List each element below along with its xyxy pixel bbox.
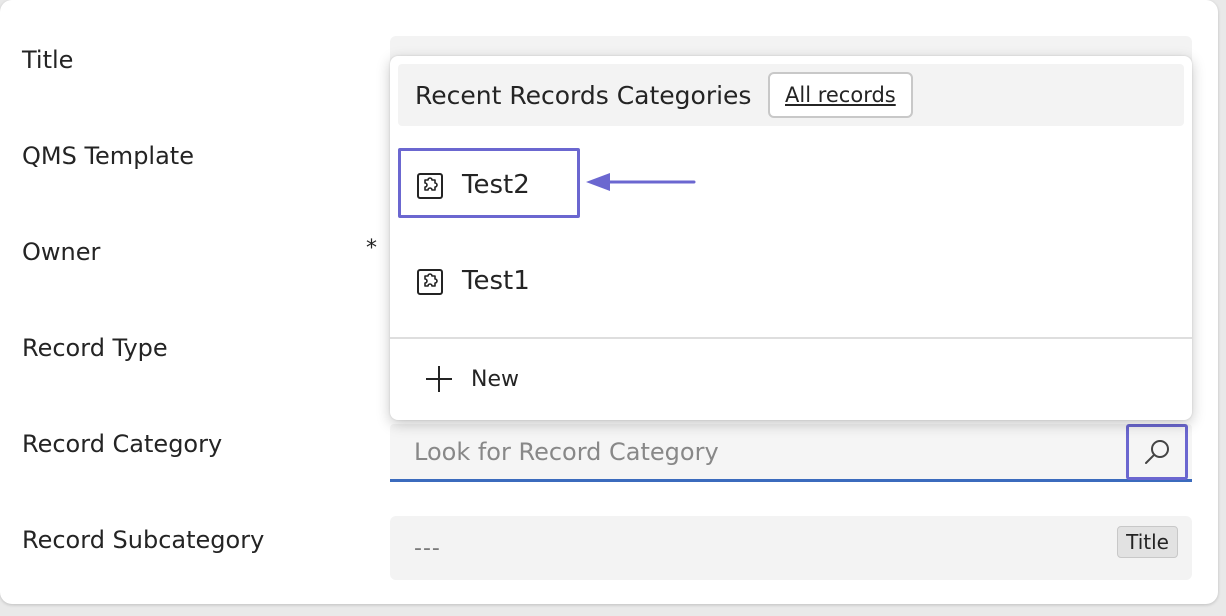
record-type-label: Record Type: [22, 334, 168, 362]
dropdown-item-label: Test2: [462, 170, 530, 200]
new-category-button[interactable]: New: [398, 346, 1184, 412]
plus-icon: [426, 366, 452, 392]
dropdown-header: Recent Records Categories All records: [398, 64, 1184, 126]
owner-label: Owner: [22, 238, 101, 266]
dropdown-header-title: Recent Records Categories: [415, 81, 752, 110]
dropdown-item-test2[interactable]: Test2: [398, 146, 1184, 226]
form-card: Title QMS Template Owner * Record Type R…: [0, 0, 1218, 604]
all-records-button[interactable]: All records: [768, 72, 913, 118]
recent-categories-dropdown: Recent Records Categories All records Te…: [390, 56, 1192, 420]
puzzle-icon: [417, 269, 443, 295]
puzzle-icon: [417, 173, 443, 199]
record-subcategory-value: ---: [414, 536, 441, 561]
dropdown-item-test1[interactable]: Test1: [398, 242, 1184, 322]
title-badge[interactable]: Title: [1117, 526, 1178, 558]
search-icon: [1145, 440, 1169, 464]
owner-required-mark: *: [366, 236, 377, 261]
dropdown-divider: [390, 337, 1192, 339]
annotation-arrow-icon: [586, 173, 696, 191]
record-category-input[interactable]: [390, 424, 1126, 479]
title-label: Title: [22, 46, 74, 74]
qms-template-label: QMS Template: [22, 142, 194, 170]
record-category-lookup: [390, 424, 1192, 482]
dropdown-item-label: Test1: [462, 266, 530, 296]
record-category-search-button[interactable]: [1126, 424, 1188, 480]
record-subcategory-label: Record Subcategory: [22, 526, 265, 554]
record-category-label: Record Category: [22, 430, 223, 458]
new-category-label: New: [471, 367, 519, 392]
record-subcategory-field[interactable]: --- Title: [390, 516, 1192, 580]
